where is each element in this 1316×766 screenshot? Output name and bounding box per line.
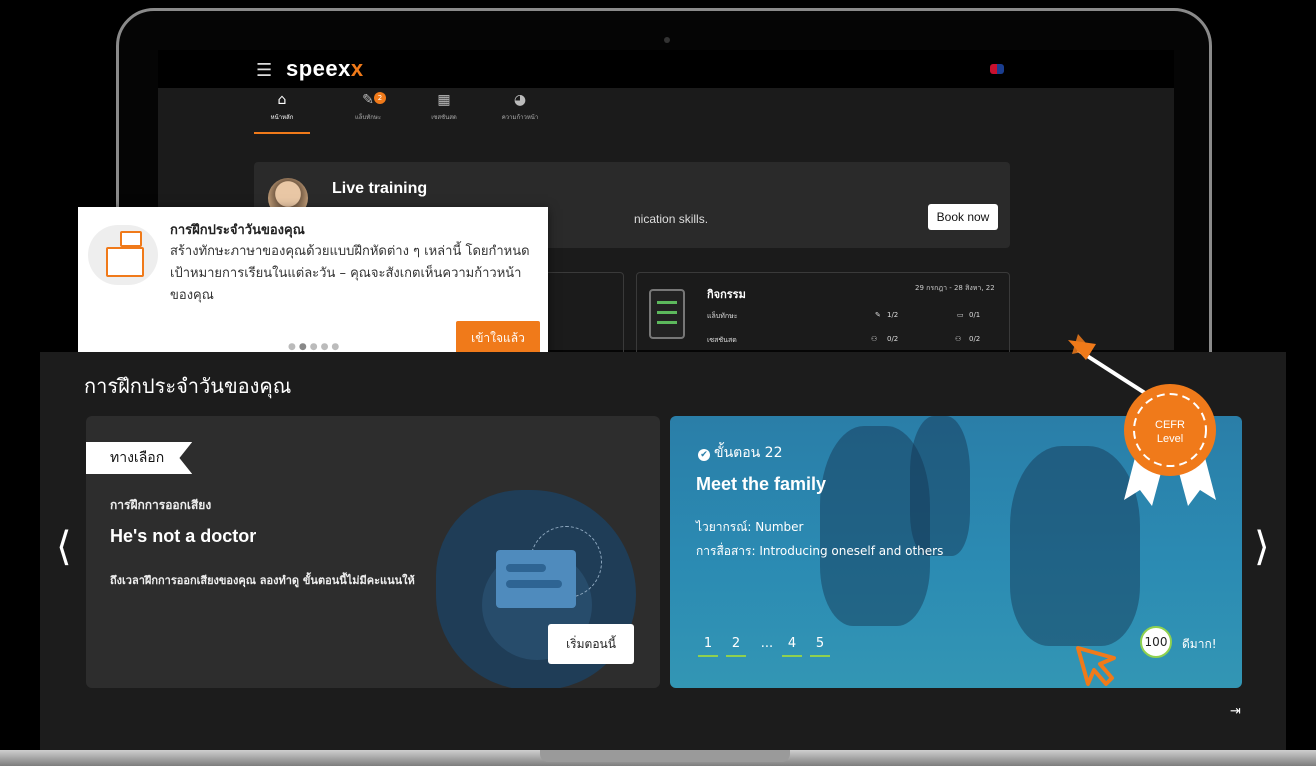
calendar-icon: ▦ xyxy=(437,92,451,108)
training-illustration-icon xyxy=(88,225,158,285)
pagination-dots[interactable]: ●●●●● xyxy=(288,342,342,352)
page-link[interactable]: 2 xyxy=(726,636,746,657)
live-training-title: Live training xyxy=(332,180,428,197)
card-heading: He's not a doctor xyxy=(110,526,257,546)
got-it-button[interactable]: เข้าใจแล้ว xyxy=(456,321,540,355)
card-subtitle: การฝึกการออกเสียง xyxy=(110,498,212,512)
screen-icon: ▭ xyxy=(957,311,964,319)
svg-text:CEFR: CEFR xyxy=(1155,419,1185,431)
tab-live-sessions[interactable]: ▦ เซสชันสด xyxy=(406,92,482,134)
edit-icon: ✎ xyxy=(362,92,374,108)
score-badge: 100 xyxy=(1140,626,1172,658)
cursor-icon xyxy=(1076,646,1116,686)
carousel-next-icon[interactable]: ⟩ xyxy=(1254,524,1270,570)
lesson-title: Meet the family xyxy=(696,474,827,494)
top-bar: ☰ speexx xyxy=(158,50,1174,88)
chat-bubble-icon xyxy=(496,550,576,608)
page-ellipsis: ... xyxy=(760,636,774,651)
live-training-description: nication skills. xyxy=(634,212,709,226)
flag-icon[interactable] xyxy=(990,64,1004,74)
activity-card: กิจกรรม 29 กรกฎา - 28 สิงหา, 22 แล็บทักษ… xyxy=(636,272,1010,362)
carousel-prev-icon[interactable]: ⟨ xyxy=(56,524,72,570)
onboarding-popup: การฝึกประจำวันของคุณ สร้างทักษะภาษาของคุ… xyxy=(78,207,548,377)
page-link[interactable]: 1 xyxy=(698,636,718,657)
daily-training-title: การฝึกประจำวันของคุณ xyxy=(84,374,292,398)
progress-icon: ◕ xyxy=(513,92,527,108)
activity-date: 29 กรกฎา - 28 สิงหา, 22 xyxy=(915,284,995,292)
main-nav: ⌂ หน้าหลัก ✎ 2 แล็บทักษะ ▦ เซสชันสด ◕ คว… xyxy=(254,92,558,134)
tab-home[interactable]: ⌂ หน้าหลัก xyxy=(254,92,310,134)
optional-tag: ทางเลือก xyxy=(86,442,193,474)
pen-icon: ✎ xyxy=(875,311,881,319)
page-link[interactable]: 4 xyxy=(782,636,802,657)
notification-badge: 2 xyxy=(374,92,386,104)
check-icon: ✔ xyxy=(698,449,710,461)
laptop-base xyxy=(0,750,1316,766)
step-label: ✔ ขั้นตอน 22 xyxy=(698,442,782,464)
grammar-text: ไวยากรณ์: Number xyxy=(696,520,804,534)
family-photo xyxy=(910,416,970,556)
book-now-button[interactable]: Book now xyxy=(928,204,998,230)
tab-progress[interactable]: ◕ ความก้าวหน้า xyxy=(482,92,558,134)
home-icon: ⌂ xyxy=(277,92,287,108)
group-icon: ⚇ xyxy=(955,335,962,343)
camera xyxy=(664,37,670,43)
menu-icon[interactable]: ☰ xyxy=(256,60,272,81)
activity-title: กิจกรรม xyxy=(707,288,746,301)
collapse-icon[interactable]: ⇥ xyxy=(1230,704,1241,719)
communication-text: การสื่อสาร: Introducing oneself and othe… xyxy=(696,544,944,558)
page-link[interactable]: 5 xyxy=(810,636,830,657)
cefr-level-badge: CEFR Level xyxy=(1068,334,1216,506)
popup-title: การฝึกประจำวันของคุณ xyxy=(170,223,305,238)
card-description: ถึงเวลาฝึกการออกเสียงของคุณ ลองทำดู ขั้น… xyxy=(110,574,415,587)
lesson-pages: 1 2 ... 4 5 xyxy=(698,636,838,657)
laptop-notch xyxy=(540,750,790,762)
pronunciation-card[interactable]: ทางเลือก การฝึกการออกเสียง He's not a do… xyxy=(86,416,660,688)
popup-body: สร้างทักษะภาษาของคุณด้วยแบบฝึกหัดต่าง ๆ … xyxy=(170,244,530,303)
tab-skills-lab[interactable]: ✎ 2 แล็บทักษะ xyxy=(330,92,406,134)
score-label: ดีมาก! xyxy=(1182,637,1217,651)
checklist-icon xyxy=(649,289,685,339)
start-now-button[interactable]: เริ่มตอนนี้ xyxy=(548,624,634,664)
speexx-logo[interactable]: speexx xyxy=(286,56,364,82)
group-icon: ⚇ xyxy=(871,335,878,343)
svg-text:Level: Level xyxy=(1157,433,1183,445)
